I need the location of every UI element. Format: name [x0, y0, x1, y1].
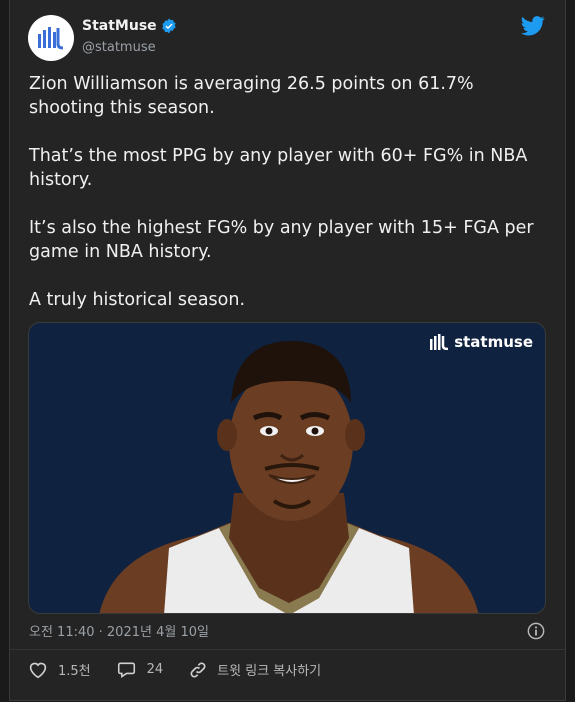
heart-icon [29, 662, 47, 678]
tweet-text: Zion Williamson is averaging 26.5 points… [29, 72, 539, 336]
statmuse-logo-icon [430, 334, 449, 350]
tweet-card: StatMuse @statmuse Zion Williamson is av… [9, 0, 566, 701]
speech-bubble-icon [117, 662, 135, 678]
author-handle[interactable]: @statmuse [82, 40, 156, 55]
divider [10, 649, 565, 650]
player-illustration [99, 341, 479, 613]
info-icon[interactable] [527, 622, 545, 640]
reply-count: 24 [146, 662, 164, 677]
tweet-paragraph: Zion Williamson is averaging 26.5 points… [29, 74, 480, 118]
avatar[interactable] [28, 15, 74, 61]
tweet-timestamp[interactable]: 오전 11:40 · 2021년 4월 10일 [29, 621, 209, 640]
tweet-paragraph: A truly historical season. [29, 290, 246, 310]
tweet-paragraph: That’s the most PPG by any player with 6… [29, 146, 533, 190]
watermark-text: statmuse [454, 333, 533, 351]
link-icon [190, 662, 206, 677]
statmuse-watermark: statmuse [430, 333, 533, 351]
twitter-bird-icon[interactable] [521, 16, 545, 36]
tweet-media-image[interactable]: statmuse [28, 322, 546, 614]
like-button[interactable]: 1.5천 [28, 660, 91, 679]
copy-link-label: 트윗 링크 복사하기 [217, 664, 322, 679]
reply-button[interactable]: 24 [117, 661, 164, 679]
author-name[interactable]: StatMuse [82, 18, 157, 34]
tweet-paragraph: It’s also the highest FG% by any player … [29, 218, 540, 262]
like-count: 1.5천 [58, 664, 91, 679]
action-bar: 1.5천 24 트윗 링크 복사하기 [28, 660, 347, 679]
statmuse-logo-icon [38, 27, 64, 50]
copy-link-button[interactable]: 트윗 링크 복사하기 [189, 660, 321, 679]
verified-badge-icon [161, 18, 176, 34]
